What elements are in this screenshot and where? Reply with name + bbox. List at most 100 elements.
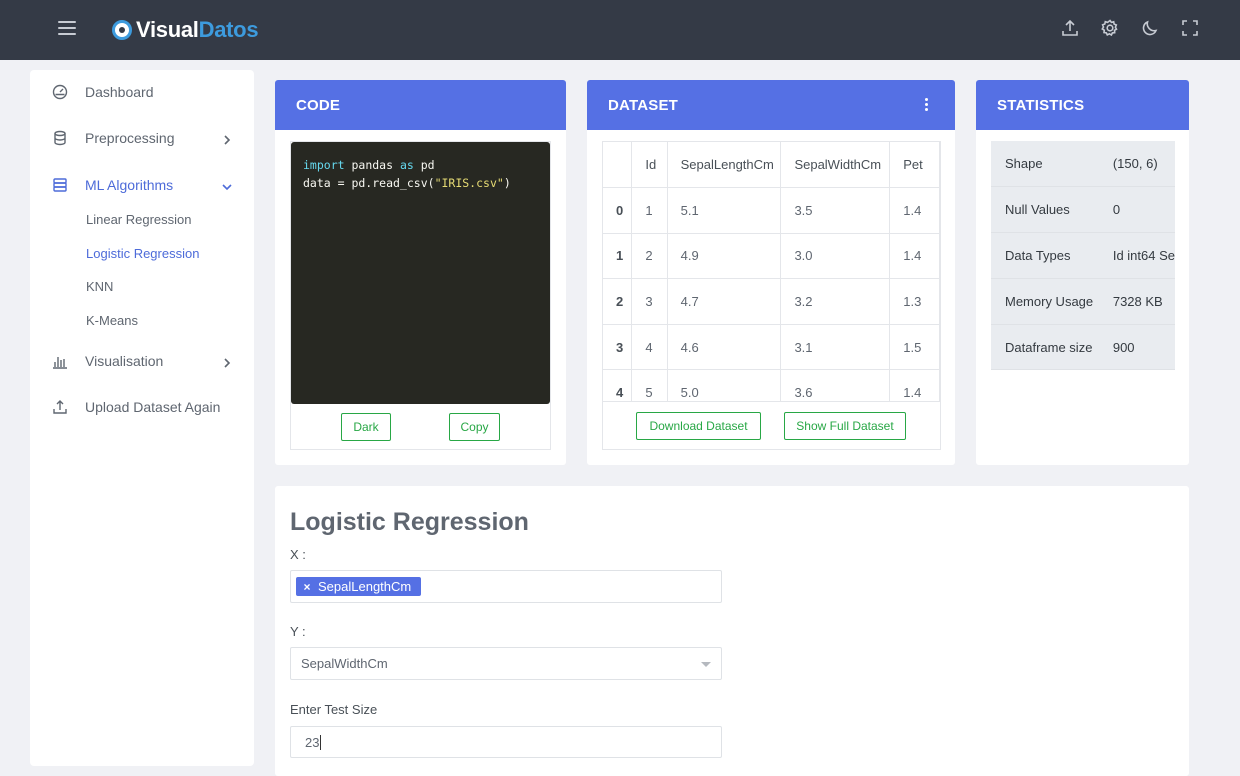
table-cell: 4.7: [667, 278, 782, 325]
sidebar-item-preprocessing[interactable]: Preprocessing: [30, 118, 254, 158]
test-size-label: Enter Test Size: [290, 702, 378, 717]
card-title: CODE: [296, 96, 341, 114]
logo-icon: [112, 20, 132, 40]
table-cell: 1: [631, 187, 668, 234]
table-cell: 1.4: [889, 233, 940, 280]
moon-icon[interactable]: [1140, 18, 1160, 38]
chevron-right-icon: [222, 355, 232, 368]
sidebar-item-dashboard[interactable]: Dashboard: [30, 72, 254, 112]
table-row: Shape (150, 6): [991, 141, 1175, 188]
upload-icon: [52, 399, 68, 415]
code-keyword: as: [399, 158, 414, 172]
test-size-input[interactable]: 23: [290, 726, 722, 758]
top-navbar: Visual Datos: [0, 0, 1240, 60]
statistics-card: STATISTICS Shape (150, 6) Null Values 0 Da…: [976, 80, 1189, 465]
brand-logo[interactable]: Visual Datos: [112, 16, 259, 44]
text-caret: [320, 734, 322, 750]
dataset-card: DATASET Id SepalLengthCm SepalWidthCm Pe…: [587, 80, 955, 465]
table-cell: 3.0: [780, 233, 891, 280]
x-multiselect[interactable]: × SepalLengthCm: [290, 570, 722, 603]
more-options-icon[interactable]: [925, 98, 929, 112]
table-row: Memory Usage 7328 KB: [991, 278, 1175, 325]
sidebar-item-ml-algorithms[interactable]: ML Algorithms: [30, 165, 254, 205]
remove-chip-icon[interactable]: ×: [296, 580, 318, 594]
show-full-dataset-button[interactable]: Show Full Dataset: [784, 412, 906, 440]
table-cell: 3.2: [780, 278, 891, 325]
table-cell: 1: [603, 233, 633, 280]
bar-chart-icon: [52, 353, 68, 369]
stat-key: Data Types: [991, 232, 1099, 279]
table-cell: 1.5: [889, 324, 940, 371]
sidebar: Dashboard Preprocessing ML Algorithms Li…: [30, 70, 254, 766]
download-dataset-button[interactable]: Download Dataset: [636, 412, 761, 440]
code-card: CODE import pandas as pd data = pd.read_…: [275, 80, 566, 465]
statistics-table: Shape (150, 6) Null Values 0 Data Types Id …: [991, 141, 1175, 370]
statistics-table-container[interactable]: Shape (150, 6) Null Values 0 Data Types Id …: [991, 141, 1175, 370]
sidebar-item-visualisation[interactable]: Visualisation: [30, 341, 254, 381]
chevron-down-icon: [222, 179, 232, 191]
gear-icon[interactable]: [1100, 18, 1120, 38]
dataset-table-container[interactable]: Id SepalLengthCm SepalWidthCm Pet 0 1 5.…: [602, 141, 941, 450]
table-cell: 5.1: [667, 187, 782, 234]
stat-key: Shape: [991, 141, 1099, 188]
brand-text-datos: Datos: [198, 17, 259, 42]
fullscreen-icon[interactable]: [1180, 18, 1200, 38]
table-cell: 2: [631, 233, 668, 280]
code-text: pandas: [344, 158, 400, 172]
table-cell: 4: [631, 324, 668, 371]
chevron-right-icon: [222, 132, 232, 145]
code-card-header: CODE: [275, 80, 566, 130]
table-cell: 4.6: [667, 324, 782, 371]
dataset-table: Id SepalLengthCm SepalWidthCm Pet 0 1 5.…: [603, 142, 940, 417]
upload-icon[interactable]: [1060, 18, 1080, 38]
table-cell: 1.4: [889, 187, 940, 234]
server-icon: [52, 177, 68, 193]
table-row: 3 4 4.6 3.1 1.5: [603, 324, 940, 371]
dataset-card-header: DATASET: [587, 80, 955, 130]
logistic-regression-form: Logistic Regression X : × SepalLengthCm …: [275, 486, 1189, 776]
copy-code-button[interactable]: Copy: [449, 413, 500, 441]
sidebar-subitem-logistic-regression[interactable]: Logistic Regression: [86, 246, 199, 261]
stat-value: 0: [1098, 186, 1175, 234]
sidebar-item-label: Visualisation: [85, 353, 164, 369]
selected-feature-chip: × SepalLengthCm: [296, 577, 422, 596]
table-cell: 1.3: [889, 278, 940, 325]
sidebar-item-label: Dashboard: [85, 84, 154, 100]
table-row: 2 3 4.7 3.2 1.3: [603, 278, 940, 325]
column-header: Pet: [889, 142, 940, 189]
table-actions: Download Dataset Show Full Dataset: [603, 401, 940, 449]
stat-value: (150, 6): [1098, 141, 1175, 188]
brand-text-visual: Visual: [136, 17, 199, 42]
table-cell: 3.5: [780, 187, 891, 234]
y-selected-value: SepalWidthCm: [301, 656, 388, 671]
test-size-value: 23: [305, 734, 320, 750]
table-row: Data Types Id int64 Se: [991, 232, 1175, 279]
sidebar-subitem-kmeans[interactable]: K-Means: [86, 313, 138, 328]
column-header: SepalWidthCm: [780, 142, 891, 189]
stat-key: Memory Usage: [991, 278, 1099, 325]
sidebar-item-label: Upload Dataset Again: [85, 399, 221, 415]
stat-value: 900: [1098, 324, 1175, 370]
y-label: Y :: [290, 624, 306, 639]
table-cell: 2: [603, 278, 633, 325]
sidebar-item-label: ML Algorithms: [85, 177, 174, 193]
hamburger-menu-icon[interactable]: [58, 21, 76, 35]
stat-key: Null Values: [991, 186, 1099, 234]
form-title: Logistic Regression: [290, 508, 529, 536]
stat-value: 7328 KB: [1098, 278, 1175, 325]
stat-value: Id int64 Se: [1098, 232, 1175, 279]
code-editor[interactable]: import pandas as pd data = pd.read_csv("…: [291, 142, 550, 404]
sidebar-subitem-linear-regression[interactable]: Linear Regression: [86, 212, 192, 227]
code-string: "IRIS.csv": [434, 176, 504, 190]
sidebar-subitem-knn[interactable]: KNN: [86, 279, 113, 294]
code-text: pd: [413, 158, 435, 172]
y-select[interactable]: SepalWidthCm: [290, 647, 722, 680]
table-header-row: Id SepalLengthCm SepalWidthCm Pet: [603, 142, 940, 189]
table-row: Dataframe size 900: [991, 324, 1175, 370]
dashboard-icon: [52, 84, 68, 100]
statistics-card-header: STATISTICS: [976, 80, 1189, 130]
table-cell: 4.9: [667, 233, 782, 280]
sidebar-item-upload-dataset[interactable]: Upload Dataset Again: [30, 387, 254, 427]
dark-theme-button[interactable]: Dark: [341, 413, 391, 441]
table-row: 0 1 5.1 3.5 1.4: [603, 187, 940, 234]
